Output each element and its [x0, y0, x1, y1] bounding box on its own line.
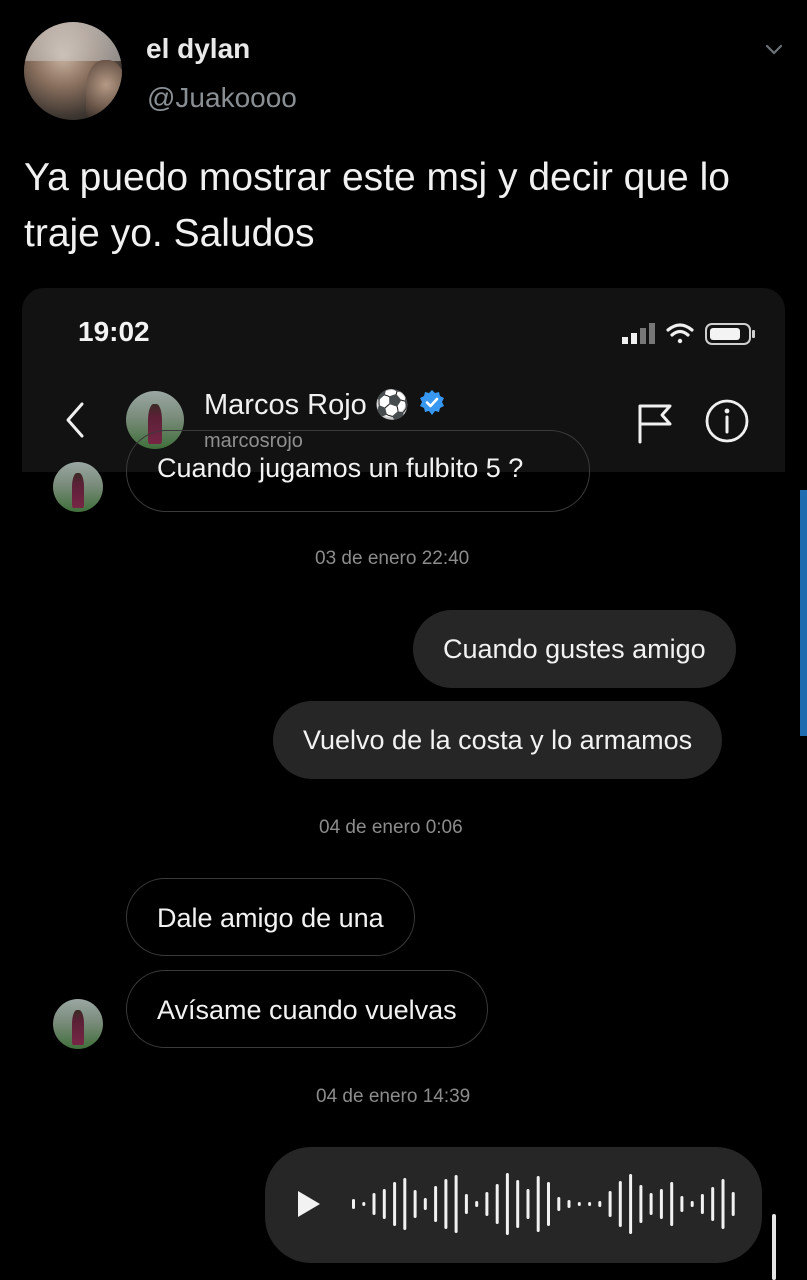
- waveform-bar: [372, 1193, 376, 1215]
- waveform-bar: [352, 1199, 355, 1209]
- waveform-bar: [629, 1174, 633, 1234]
- waveform-bar: [618, 1181, 622, 1227]
- timestamp: 03 de enero 22:40: [315, 548, 470, 569]
- wifi-icon: [666, 323, 694, 344]
- message-incoming: Dale amigo de una: [126, 878, 415, 956]
- waveform-bar: [588, 1202, 592, 1206]
- battery-icon: [705, 323, 755, 345]
- waveform-bar: [444, 1179, 448, 1229]
- waveform-bar: [495, 1184, 499, 1224]
- waveform-bar: [403, 1178, 407, 1230]
- message-sender-avatar: [53, 462, 103, 512]
- waveform-bar: [393, 1182, 397, 1226]
- timestamp: 04 de enero 14:39: [316, 1086, 471, 1107]
- waveform-bar: [516, 1180, 520, 1228]
- waveform-bar: [423, 1198, 427, 1210]
- message-sender-avatar: [53, 999, 103, 1049]
- waveform-bar: [434, 1186, 438, 1222]
- message-text: Cuando jugamos un fulbito 5 ?: [157, 453, 524, 483]
- avatar-second-face: [86, 60, 122, 120]
- waveform-bar: [475, 1201, 479, 1207]
- waveform-bar: [690, 1201, 694, 1207]
- timestamp: 04 de enero 0:06: [319, 817, 463, 838]
- avatar-background: [24, 22, 122, 62]
- waveform-bar: [700, 1194, 704, 1214]
- waveform-bar: [608, 1191, 612, 1217]
- waveform-bar: [659, 1189, 663, 1219]
- waveform-bar: [567, 1200, 571, 1208]
- waveform-bar: [505, 1173, 509, 1235]
- voice-waveform: [352, 1173, 735, 1235]
- waveform-bar: [721, 1179, 725, 1229]
- waveform-bar: [557, 1197, 561, 1211]
- waveform-bar: [731, 1192, 735, 1216]
- waveform-bar: [680, 1196, 684, 1212]
- waveform-bar: [598, 1201, 602, 1207]
- waveform-bar: [362, 1202, 366, 1206]
- inner-scrollbar: [772, 1214, 776, 1280]
- tweet-author-name[interactable]: el dylan: [146, 33, 250, 65]
- waveform-bar: [413, 1190, 417, 1218]
- waveform-bar: [547, 1182, 550, 1226]
- verified-badge-icon: [419, 390, 444, 415]
- chat-name: Marcos Rojo: [204, 389, 367, 421]
- scrollbar[interactable]: [800, 490, 807, 736]
- chat-title[interactable]: Marcos Rojo ⚽: [204, 388, 446, 422]
- message-outgoing: Cuando gustes amigo: [413, 610, 736, 688]
- flag-icon[interactable]: [636, 402, 674, 444]
- info-icon[interactable]: [704, 398, 750, 444]
- waveform-bar: [526, 1189, 530, 1219]
- status-time: 19:02: [78, 316, 150, 347]
- message-outgoing: Vuelvo de la costa y lo armamos: [273, 701, 723, 779]
- waveform-bar: [577, 1202, 581, 1206]
- waveform-bar: [711, 1187, 715, 1221]
- waveform-bar: [639, 1185, 643, 1223]
- cellular-signal-icon: [622, 323, 655, 344]
- waveform-bar: [464, 1194, 468, 1214]
- message-incoming: Avísame cuando vuelvas: [126, 970, 488, 1048]
- chevron-down-icon[interactable]: [764, 40, 784, 60]
- tweet-author-handle[interactable]: @Juakoooo: [147, 82, 297, 114]
- waveform-bar: [670, 1182, 674, 1226]
- status-icons: [622, 323, 755, 345]
- waveform-bar: [382, 1189, 386, 1219]
- waveform-bar: [649, 1193, 653, 1215]
- message-incoming-cut: Cuando jugamos un fulbito 5 ?: [126, 430, 590, 512]
- waveform-bar: [454, 1175, 458, 1233]
- waveform-bar: [536, 1176, 540, 1232]
- back-arrow-icon[interactable]: [62, 400, 88, 440]
- tweet-text: Ya puedo mostrar este msj y decir que lo…: [24, 156, 730, 255]
- play-icon[interactable]: [295, 1188, 323, 1220]
- waveform-bar: [485, 1192, 489, 1216]
- tweet-author-avatar[interactable]: [24, 22, 122, 120]
- soccer-ball-emoji: ⚽: [374, 388, 410, 421]
